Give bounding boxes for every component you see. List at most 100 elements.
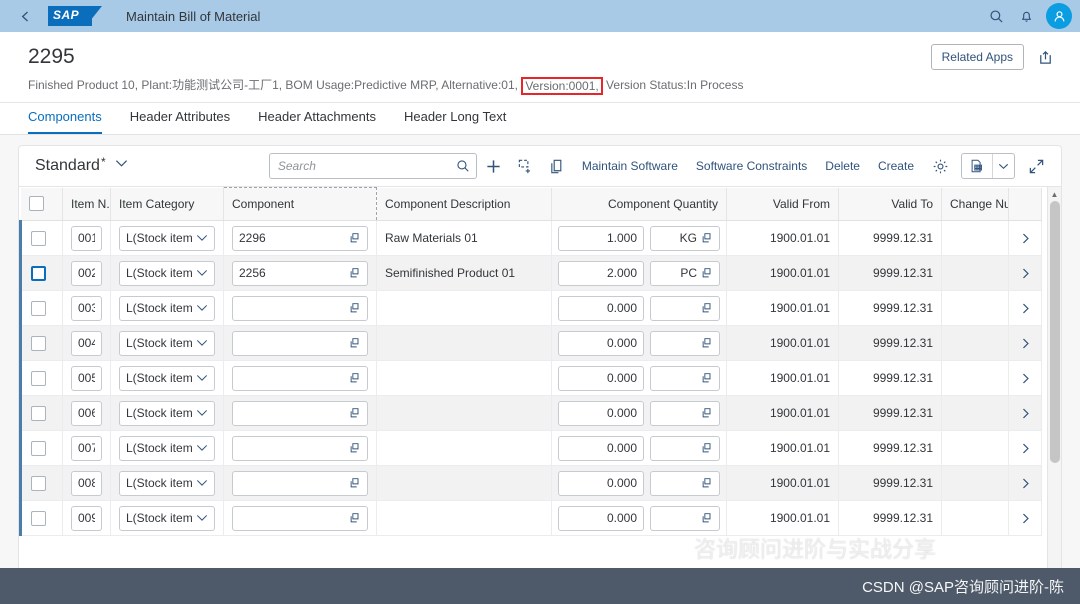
item-category-select[interactable]: L(Stock item): [119, 505, 215, 531]
scroll-up-arrow[interactable]: ▲: [1048, 187, 1061, 201]
cell-item-no[interactable]: 0090: [62, 500, 111, 536]
cell-component-quantity[interactable]: 2.000 PC: [551, 255, 727, 291]
value-help-icon[interactable]: [349, 512, 361, 524]
cell-nav[interactable]: [1008, 325, 1042, 361]
table-row[interactable]: 0010 L(Stock item) 2296 Raw Materials 011.0…: [19, 220, 1042, 256]
search-icon[interactable]: [456, 159, 470, 173]
cell-component-quantity[interactable]: 0.000: [551, 430, 727, 466]
cell-component[interactable]: 2256: [223, 255, 377, 291]
cell-nav[interactable]: [1008, 255, 1042, 291]
cell-item-category[interactable]: L(Stock item): [110, 500, 224, 536]
cell-item-category[interactable]: L(Stock item): [110, 465, 224, 501]
item-no-field[interactable]: 0040: [71, 330, 102, 356]
item-no-field[interactable]: 0050: [71, 365, 102, 391]
value-help-icon[interactable]: [349, 477, 361, 489]
item-no-field[interactable]: 0080: [71, 470, 102, 496]
row-checkbox[interactable]: [31, 405, 46, 421]
row-select-cell[interactable]: [19, 325, 63, 361]
cell-component-quantity[interactable]: 0.000: [551, 290, 727, 326]
chevron-down-icon[interactable]: [115, 159, 128, 168]
search-field[interactable]: [268, 153, 477, 179]
cell-item-no[interactable]: 0010: [62, 220, 111, 256]
value-help-icon[interactable]: [349, 407, 361, 419]
cell-item-category[interactable]: L(Stock item): [110, 325, 224, 361]
component-quantity-field[interactable]: 0.000: [558, 365, 644, 391]
table-row[interactable]: 0040 L(Stock item) 0.000 1900.01.019999.12.…: [19, 325, 1042, 361]
item-category-select[interactable]: L(Stock item): [119, 400, 215, 426]
row-checkbox[interactable]: [31, 300, 46, 316]
row-select-cell[interactable]: [19, 360, 63, 396]
table-row[interactable]: 0090 L(Stock item) 0.000 1900.01.019999.12.…: [19, 500, 1042, 536]
table-row[interactable]: 0060 L(Stock item) 0.000 1900.01.019999.12.…: [19, 395, 1042, 431]
component-field[interactable]: [232, 295, 368, 321]
item-no-field[interactable]: 0090: [71, 505, 102, 531]
column-header-item-category[interactable]: Item Category: [110, 187, 224, 221]
cell-component[interactable]: [223, 395, 377, 431]
table-row[interactable]: 0020 L(Stock item) 2256 Semifinished Produc…: [19, 255, 1042, 291]
column-header-component-description[interactable]: Component Description: [376, 187, 552, 221]
table-row[interactable]: 0070 L(Stock item) 0.000 1900.01.019999.12.…: [19, 430, 1042, 466]
item-category-select[interactable]: L(Stock item): [119, 470, 215, 496]
component-field[interactable]: [232, 470, 368, 496]
cell-component[interactable]: [223, 290, 377, 326]
value-help-icon[interactable]: [349, 372, 361, 384]
row-select-cell[interactable]: [19, 255, 63, 291]
value-help-icon[interactable]: [701, 372, 713, 384]
value-help-icon[interactable]: [701, 232, 713, 244]
row-navigation-icon[interactable]: [1009, 302, 1041, 315]
item-no-field[interactable]: 0010: [71, 225, 102, 251]
column-header-component[interactable]: Component: [223, 187, 377, 221]
value-help-icon[interactable]: [349, 337, 361, 349]
row-select-cell[interactable]: [19, 290, 63, 326]
cell-nav[interactable]: [1008, 465, 1042, 501]
cell-item-no[interactable]: 0030: [62, 290, 111, 326]
column-header-component-quantity[interactable]: Component Quantity: [551, 187, 727, 221]
related-apps-button[interactable]: Related Apps: [930, 44, 1024, 70]
value-help-icon[interactable]: [349, 442, 361, 454]
component-field[interactable]: [232, 400, 368, 426]
tab-header-long-text[interactable]: Header Long Text: [404, 109, 506, 134]
unit-of-measure-field[interactable]: [650, 330, 720, 356]
item-category-select[interactable]: L(Stock item): [119, 260, 215, 286]
full-screen-icon[interactable]: [1021, 152, 1051, 180]
value-help-icon[interactable]: [701, 512, 713, 524]
unit-of-measure-field[interactable]: PC: [650, 260, 720, 286]
component-quantity-field[interactable]: 0.000: [558, 505, 644, 531]
chevron-down-icon[interactable]: [992, 154, 1014, 178]
row-navigation-icon[interactable]: [1009, 512, 1041, 525]
maintain-software-button[interactable]: Maintain Software: [573, 159, 687, 173]
cell-component[interactable]: 2296: [223, 220, 377, 256]
row-checkbox[interactable]: [31, 510, 46, 526]
chevron-down-icon[interactable]: [196, 339, 208, 347]
search-input[interactable]: [277, 159, 456, 173]
row-navigation-icon[interactable]: [1009, 477, 1041, 490]
cell-item-no[interactable]: 0060: [62, 395, 111, 431]
chevron-down-icon[interactable]: [196, 304, 208, 312]
component-quantity-field[interactable]: 0.000: [558, 295, 644, 321]
component-quantity-field[interactable]: 1.000: [558, 225, 644, 251]
component-quantity-field[interactable]: 0.000: [558, 470, 644, 496]
row-select-cell[interactable]: [19, 500, 63, 536]
component-field[interactable]: [232, 505, 368, 531]
component-field[interactable]: [232, 330, 368, 356]
unit-of-measure-field[interactable]: KG: [650, 225, 720, 251]
cell-component-quantity[interactable]: 1.000 KG: [551, 220, 727, 256]
table-row[interactable]: 0050 L(Stock item) 0.000 1900.01.019999.12.…: [19, 360, 1042, 396]
column-header-change-number[interactable]: Change Numl: [941, 187, 1009, 221]
unit-of-measure-field[interactable]: [650, 295, 720, 321]
component-quantity-field[interactable]: 0.000: [558, 330, 644, 356]
item-no-field[interactable]: 0060: [71, 400, 102, 426]
export-split-button[interactable]: [961, 153, 1015, 179]
cell-component[interactable]: [223, 430, 377, 466]
select-all-checkbox[interactable]: [28, 196, 44, 212]
component-field[interactable]: [232, 435, 368, 461]
cell-nav[interactable]: [1008, 360, 1042, 396]
spreadsheet-export-icon[interactable]: [962, 154, 992, 178]
create-button[interactable]: Create: [869, 159, 923, 173]
chevron-down-icon[interactable]: [196, 234, 208, 242]
cell-component[interactable]: [223, 500, 377, 536]
sap-logo[interactable]: SAP: [48, 6, 102, 26]
cell-item-no[interactable]: 0040: [62, 325, 111, 361]
mass-edit-icon[interactable]: [511, 152, 541, 180]
value-help-icon[interactable]: [701, 337, 713, 349]
